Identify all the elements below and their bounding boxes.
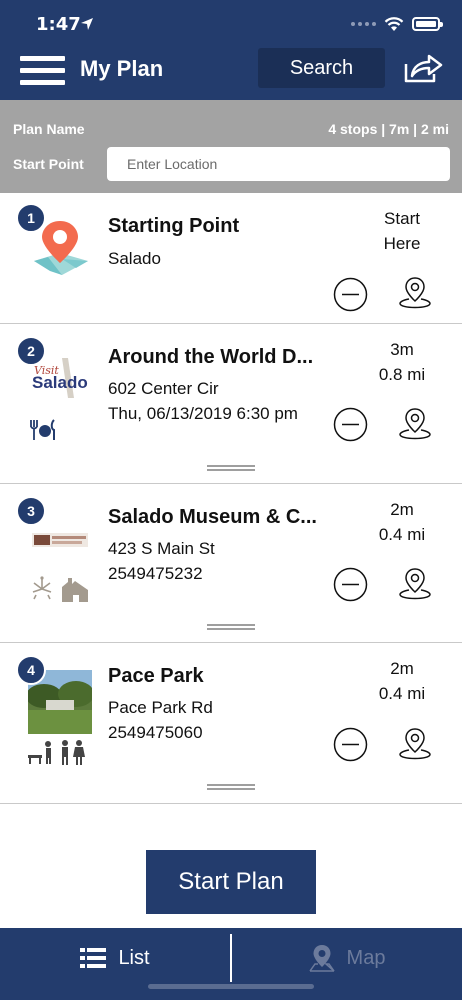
stop-name: Salado Museum & C... <box>108 506 317 528</box>
stop-travel-info: 2m 0.4 mi <box>337 497 437 547</box>
remove-stop-icon[interactable] <box>333 407 368 442</box>
svg-text:Salado: Salado <box>32 373 88 392</box>
fireworks-icon <box>32 576 52 600</box>
park-amenities-icon <box>28 740 85 765</box>
stop-travel-info: 2m 0.4 mi <box>337 656 437 706</box>
stop-phone: 2549475232 <box>108 564 203 583</box>
amenity-icons <box>28 414 58 442</box>
plan-info-panel: Plan Name 4 stops | 7m | 2 mi Start Poin… <box>0 100 462 193</box>
stop-item-2[interactable]: 2 Visit Salado Around the World D... 602… <box>0 324 462 484</box>
remove-stop-icon[interactable] <box>333 567 368 602</box>
stop-name: Starting Point <box>108 215 240 237</box>
stop-item-4[interactable]: 4 Pace Park Pace Park Rd 2549475060 2m 0… <box>0 643 462 804</box>
stop-item-1[interactable]: 1 Starting Point Salado Start Here <box>0 193 462 324</box>
cellular-signal-icon <box>351 22 376 26</box>
start-plan-button[interactable]: Start Plan <box>146 850 316 914</box>
location-pin-icon[interactable] <box>398 275 432 309</box>
stop-travel-distance: 0.4 mi <box>378 684 426 703</box>
plan-name-label: Plan Name <box>13 121 85 137</box>
map-pin-icon <box>308 945 335 972</box>
stop-travel-info: Start Here <box>337 206 437 256</box>
status-indicators <box>351 16 443 32</box>
remove-stop-icon[interactable] <box>333 277 368 312</box>
drag-handle[interactable] <box>207 624 255 632</box>
museum-logo-image <box>28 529 92 553</box>
stop-travel-time: 3m <box>390 340 414 359</box>
bottom-tab-bar: List Map <box>0 928 462 1000</box>
stop-travel-distance: 0.4 mi <box>378 525 426 544</box>
stop-number-badge: 1 <box>16 203 46 233</box>
wifi-icon <box>384 17 404 31</box>
drag-handle[interactable] <box>207 784 255 792</box>
share-icon[interactable] <box>403 52 443 84</box>
start-location-input[interactable] <box>107 147 450 181</box>
stop-number-badge: 4 <box>16 655 46 685</box>
plan-stats: 4 stops | 7m | 2 mi <box>328 121 449 137</box>
list-icon <box>80 948 107 968</box>
tab-list[interactable]: List <box>0 928 230 988</box>
amenity-icons <box>28 737 90 765</box>
status-time: 1:47 <box>36 14 81 35</box>
stop-travel-distance: 0.8 mi <box>378 365 426 384</box>
stop-location: Salado <box>108 249 161 268</box>
stop-address: 423 S Main St <box>108 539 215 558</box>
stop-phone: 2549475060 <box>108 723 203 742</box>
location-pin-icon[interactable] <box>398 406 432 440</box>
stop-name: Pace Park <box>108 665 204 687</box>
stop-travel-time: 2m <box>390 659 414 678</box>
search-button[interactable]: Search <box>258 48 385 88</box>
menu-icon[interactable] <box>20 54 65 86</box>
battery-icon <box>412 17 443 31</box>
stop-meta-line2: Here <box>383 234 421 253</box>
stop-datetime: Thu, 06/13/2019 6:30 pm <box>108 404 298 423</box>
location-pin-icon[interactable] <box>398 566 432 600</box>
nav-bar: My Plan Search <box>0 44 462 96</box>
stop-item-3[interactable]: 3 Salado Museum & C... 423 S Main St 254… <box>0 484 462 643</box>
page-title: My Plan <box>80 56 164 81</box>
stop-address: Pace Park Rd <box>108 698 213 717</box>
tab-list-label: List <box>118 946 150 969</box>
dining-icon <box>30 419 55 440</box>
stop-name: Around the World D... <box>108 346 314 368</box>
stop-number-badge: 2 <box>16 336 46 366</box>
amenity-icons <box>28 575 90 603</box>
location-arrow-icon <box>81 18 93 30</box>
remove-stop-icon[interactable] <box>333 727 368 762</box>
landmark-icon <box>62 578 88 602</box>
start-point-label: Start Point <box>13 156 84 172</box>
stop-travel-time: 2m <box>390 500 414 519</box>
tab-map[interactable]: Map <box>232 928 462 988</box>
tab-map-label: Map <box>346 946 386 969</box>
home-indicator <box>148 984 314 989</box>
stop-address: 602 Center Cir <box>108 379 219 398</box>
status-bar: 1:47 <box>0 10 462 38</box>
app-header: 1:47 My Plan Search <box>0 0 462 100</box>
location-pin-icon[interactable] <box>398 726 432 760</box>
stop-meta-line1: Start <box>384 209 420 228</box>
stop-number-badge: 3 <box>16 496 46 526</box>
drag-handle[interactable] <box>207 465 255 473</box>
stop-travel-info: 3m 0.8 mi <box>337 337 437 387</box>
